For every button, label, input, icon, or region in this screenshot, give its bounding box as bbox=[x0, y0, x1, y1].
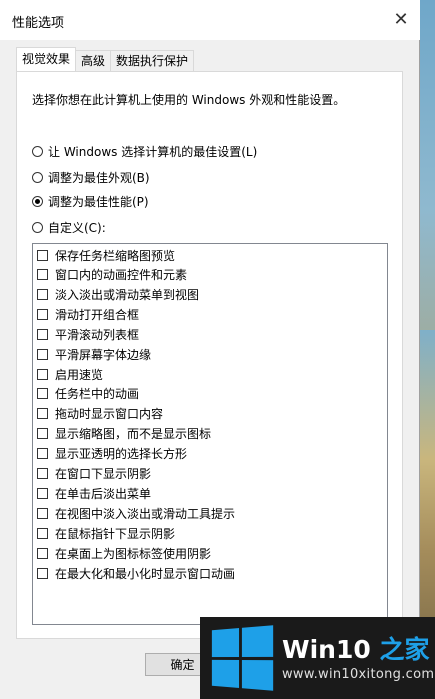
radio-label: 调整为最佳外观(B) bbox=[48, 170, 150, 185]
list-item[interactable]: 在窗口下显示阴影 bbox=[37, 465, 151, 482]
list-item[interactable]: 在鼠标指针下显示阴影 bbox=[37, 525, 175, 542]
list-item[interactable]: 任务栏中的动画 bbox=[37, 385, 139, 402]
option-label: 任务栏中的动画 bbox=[55, 387, 140, 401]
checkbox[interactable] bbox=[37, 568, 48, 579]
radio-label: 调整为最佳性能(P) bbox=[48, 194, 149, 209]
checkbox[interactable] bbox=[37, 488, 48, 499]
list-item[interactable]: 显示缩略图，而不是显示图标 bbox=[37, 425, 211, 442]
option-label: 显示缩略图，而不是显示图标 bbox=[55, 427, 212, 441]
visual-effects-panel: 选择你想在此计算机上使用的 Windows 外观和性能设置。 让 Windows… bbox=[16, 71, 403, 639]
list-item[interactable]: 窗口内的动画控件和元素 bbox=[37, 266, 187, 283]
checkbox[interactable] bbox=[37, 369, 48, 380]
watermark-brand-prefix: Win10 bbox=[282, 634, 371, 664]
option-label: 在桌面上为图标标签使用阴影 bbox=[55, 547, 212, 561]
window-title: 性能选项 bbox=[12, 16, 65, 31]
tab-data-execution-prevention[interactable]: 数据执行保护 bbox=[110, 50, 195, 71]
list-item[interactable]: 启用速览 bbox=[37, 366, 103, 383]
panel-description: 选择你想在此计算机上使用的 Windows 外观和性能设置。 bbox=[32, 93, 346, 107]
radio-let-windows-choose[interactable]: 让 Windows 选择计算机的最佳设置(L) bbox=[32, 143, 257, 159]
option-label: 在视图中淡入淡出或滑动工具提示 bbox=[55, 507, 236, 521]
watermark-brand: Win10 之家 bbox=[282, 635, 434, 665]
list-item[interactable]: 平滑滚动列表框 bbox=[37, 326, 139, 343]
option-label: 平滑屏幕字体边缘 bbox=[55, 348, 152, 362]
checkbox[interactable] bbox=[37, 349, 48, 360]
list-item[interactable]: 保存任务栏缩略图预览 bbox=[37, 247, 175, 264]
radio-custom[interactable]: 自定义(C): bbox=[32, 219, 106, 235]
checkbox[interactable] bbox=[37, 269, 48, 280]
watermark-text: Win10 之家 www.win10xitong.com bbox=[282, 635, 434, 682]
radio-button[interactable] bbox=[32, 145, 43, 157]
checkbox[interactable] bbox=[37, 428, 48, 439]
close-button[interactable]: ✕ bbox=[384, 2, 418, 36]
list-item[interactable]: 在桌面上为图标标签使用阴影 bbox=[37, 545, 211, 562]
tab-advanced[interactable]: 高级 bbox=[75, 50, 112, 71]
tab-strip: 视觉效果 高级 数据执行保护 bbox=[16, 47, 195, 71]
radio-label: 让 Windows 选择计算机的最佳设置(L) bbox=[48, 144, 258, 159]
option-label: 保存任务栏缩略图预览 bbox=[55, 249, 176, 263]
checkbox[interactable] bbox=[37, 388, 48, 399]
list-item[interactable]: 平滑屏幕字体边缘 bbox=[37, 346, 151, 363]
option-label: 在窗口下显示阴影 bbox=[55, 467, 152, 481]
checkbox[interactable] bbox=[37, 250, 48, 261]
option-label: 窗口内的动画控件和元素 bbox=[55, 268, 188, 282]
windows-logo-icon bbox=[211, 625, 274, 691]
checkbox[interactable] bbox=[37, 548, 48, 559]
checkbox[interactable] bbox=[37, 408, 48, 419]
checkbox[interactable] bbox=[37, 508, 48, 519]
radio-best-appearance[interactable]: 调整为最佳外观(B) bbox=[32, 169, 150, 185]
option-label: 在单击后淡出菜单 bbox=[55, 487, 152, 501]
radio-button[interactable] bbox=[32, 171, 43, 183]
checkbox[interactable] bbox=[37, 309, 48, 320]
checkbox[interactable] bbox=[37, 468, 48, 479]
tab-visual-effects[interactable]: 视觉效果 bbox=[16, 47, 77, 71]
option-label: 淡入淡出或滑动菜单到视图 bbox=[55, 288, 200, 302]
list-item[interactable]: 淡入淡出或滑动菜单到视图 bbox=[37, 286, 199, 303]
radio-button[interactable] bbox=[32, 221, 43, 233]
list-item[interactable]: 在最大化和最小化时显示窗口动画 bbox=[37, 565, 235, 582]
close-icon: ✕ bbox=[393, 8, 409, 30]
option-label: 滑动打开组合框 bbox=[55, 308, 140, 322]
option-label: 显示亚透明的选择长方形 bbox=[55, 447, 188, 461]
option-label: 启用速览 bbox=[55, 368, 104, 382]
radio-label: 自定义(C): bbox=[48, 220, 106, 235]
option-label: 在鼠标指针下显示阴影 bbox=[55, 527, 176, 541]
checkbox[interactable] bbox=[37, 329, 48, 340]
site-watermark: Win10 之家 www.win10xitong.com bbox=[200, 617, 435, 699]
option-label: 在最大化和最小化时显示窗口动画 bbox=[55, 567, 236, 581]
watermark-brand-suffix: 之家 bbox=[370, 634, 430, 664]
list-item[interactable]: 滑动打开组合框 bbox=[37, 306, 139, 323]
watermark-url: www.win10xitong.com bbox=[282, 666, 435, 682]
checkbox[interactable] bbox=[37, 448, 48, 459]
title-bar: 性能选项 ✕ bbox=[0, 0, 420, 40]
radio-best-performance[interactable]: 调整为最佳性能(P) bbox=[32, 193, 149, 209]
list-item[interactable]: 拖动时显示窗口内容 bbox=[37, 405, 163, 422]
list-item[interactable]: 显示亚透明的选择长方形 bbox=[37, 445, 187, 462]
checkbox[interactable] bbox=[37, 528, 48, 539]
checkbox[interactable] bbox=[37, 289, 48, 300]
visual-effects-options-list[interactable]: 保存任务栏缩略图预览 窗口内的动画控件和元素 淡入淡出或滑动菜单到视图 滑动打开… bbox=[32, 243, 388, 625]
performance-options-dialog: 性能选项 ✕ 视觉效果 高级 数据执行保护 选择你想在此计算机上使用的 Wind… bbox=[0, 0, 420, 699]
radio-button[interactable] bbox=[32, 195, 43, 207]
list-item[interactable]: 在视图中淡入淡出或滑动工具提示 bbox=[37, 505, 235, 522]
list-item[interactable]: 在单击后淡出菜单 bbox=[37, 485, 151, 502]
option-label: 拖动时显示窗口内容 bbox=[55, 407, 164, 421]
option-label: 平滑滚动列表框 bbox=[55, 328, 140, 342]
